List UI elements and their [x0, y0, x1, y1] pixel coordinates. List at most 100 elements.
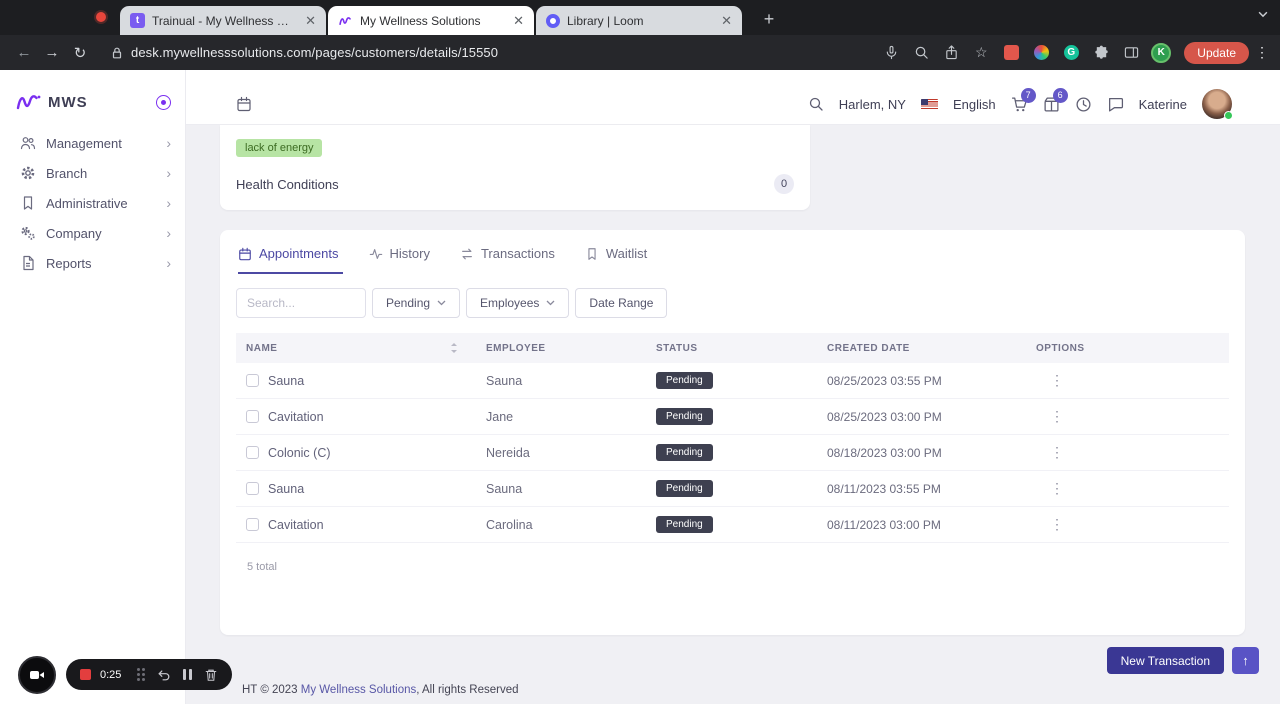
employees-filter-label: Employees — [480, 296, 540, 310]
search-input[interactable] — [236, 288, 366, 318]
created-date: 08/11/2023 03:55 PM — [827, 481, 941, 496]
update-button[interactable]: Update — [1184, 41, 1249, 64]
app-header: Harlem, NY English 7 6 Katerine — [186, 70, 1280, 125]
refresh-icon[interactable]: ↻ — [66, 39, 94, 67]
sidebar-item-branch[interactable]: Branch › — [0, 158, 185, 188]
sidebar-item-reports[interactable]: Reports › — [0, 248, 185, 278]
row-checkbox[interactable] — [246, 482, 259, 495]
row-checkbox[interactable] — [246, 518, 259, 531]
sort-icon[interactable] — [450, 342, 458, 354]
language-label[interactable]: English — [953, 97, 996, 112]
restart-recording-icon[interactable] — [157, 668, 171, 682]
close-icon[interactable]: ✕ — [511, 12, 526, 29]
browser-menu-icon[interactable]: ⋮ — [1254, 44, 1270, 61]
sidebar-item-administrative[interactable]: Administrative › — [0, 188, 185, 218]
tab-search-chevron-icon[interactable] — [1258, 11, 1268, 18]
tab-transactions[interactable]: Transactions — [460, 246, 559, 274]
appointment-name: Colonic (C) — [268, 445, 331, 460]
lock-icon[interactable] — [110, 46, 124, 60]
drag-handle-icon[interactable] — [137, 668, 146, 681]
clock-icon[interactable] — [1075, 96, 1092, 113]
row-checkbox[interactable] — [246, 374, 259, 387]
copyright-footer: HT © 2023 My Wellness Solutions, All rig… — [242, 684, 519, 696]
chevron-right-icon: › — [166, 255, 171, 271]
close-icon[interactable]: ✕ — [719, 12, 734, 29]
extension-color-icon[interactable] — [1029, 41, 1053, 65]
bookmark-star-icon[interactable]: ☆ — [969, 41, 993, 65]
appointments-card: Appointments History Transactions Waitli… — [220, 230, 1245, 635]
location-label[interactable]: Harlem, NY — [839, 97, 906, 112]
health-tag: lack of energy — [236, 139, 323, 157]
loom-camera-bubble[interactable] — [18, 656, 56, 694]
side-panel-icon[interactable] — [1119, 41, 1143, 65]
new-tab-button[interactable]: + — [756, 6, 782, 32]
employees-filter-dropdown[interactable]: Employees — [466, 288, 570, 318]
column-header-status: STATUS — [656, 342, 698, 354]
logo-text: MWS — [48, 93, 88, 111]
close-icon[interactable]: ✕ — [303, 12, 318, 29]
row-checkbox[interactable] — [246, 446, 259, 459]
tab-waitlist[interactable]: Waitlist — [585, 246, 651, 274]
browser-profile-avatar[interactable]: K — [1149, 41, 1173, 65]
tab-title: Trainual - My Wellness Solution — [152, 13, 296, 28]
row-options-icon[interactable]: ⋮ — [1036, 408, 1229, 425]
calendar-icon[interactable] — [236, 96, 252, 112]
footer-brand-link[interactable]: My Wellness Solutions — [301, 684, 416, 696]
column-header-options: OPTIONS — [1036, 342, 1085, 354]
sidebar-collapse-icon[interactable] — [156, 94, 171, 110]
tab-appointments[interactable]: Appointments — [238, 246, 343, 274]
status-badge: Pending — [656, 480, 713, 497]
packages-button[interactable]: 6 — [1043, 87, 1068, 113]
browser-tab-loom[interactable]: Library | Loom ✕ — [536, 6, 742, 35]
row-options-icon[interactable]: ⋮ — [1036, 480, 1229, 497]
share-icon[interactable] — [939, 41, 963, 65]
tab-label: Transactions — [480, 246, 555, 261]
user-avatar[interactable] — [1202, 89, 1233, 120]
new-transaction-button[interactable]: New Transaction — [1106, 647, 1224, 674]
date-range-button[interactable]: Date Range — [575, 288, 668, 318]
extensions-puzzle-icon[interactable] — [1089, 41, 1113, 65]
scroll-to-top-button[interactable]: ↑ — [1232, 647, 1259, 674]
column-header-employee: EMPLOYEE — [486, 342, 546, 354]
forward-icon[interactable]: → — [38, 39, 66, 67]
chat-icon[interactable] — [1107, 96, 1124, 113]
sidebar-item-label: Company — [46, 225, 102, 241]
extension-red-icon[interactable] — [999, 41, 1023, 65]
stop-recording-button[interactable] — [80, 669, 91, 680]
row-options-icon[interactable]: ⋮ — [1036, 372, 1229, 389]
status-filter-dropdown[interactable]: Pending — [372, 288, 461, 318]
tab-title: My Wellness Solutions — [360, 13, 481, 28]
column-header-name[interactable]: NAME — [246, 343, 277, 354]
sidebar-item-management[interactable]: Management › — [0, 128, 185, 158]
delete-recording-icon[interactable] — [204, 668, 218, 682]
created-date: 08/25/2023 03:00 PM — [827, 409, 942, 424]
section-title: Health Conditions — [236, 176, 339, 192]
chevron-right-icon: › — [166, 195, 171, 211]
mic-icon[interactable] — [879, 41, 903, 65]
row-checkbox[interactable] — [246, 410, 259, 423]
grammarly-icon[interactable]: G — [1059, 41, 1083, 65]
mws-favicon — [338, 13, 353, 28]
appointment-name: Sauna — [268, 373, 305, 388]
sidebar-item-company[interactable]: Company › — [0, 218, 185, 248]
filters-row: Pending Employees Date Range — [236, 288, 1229, 318]
trainual-favicon: t — [130, 13, 145, 28]
pause-recording-icon[interactable] — [183, 669, 193, 680]
health-conditions-row[interactable]: Health Conditions 0 — [236, 157, 794, 208]
row-options-icon[interactable]: ⋮ — [1036, 444, 1229, 461]
cart-button[interactable]: 7 — [1011, 87, 1036, 113]
search-icon[interactable] — [909, 41, 933, 65]
chevron-down-icon — [437, 300, 446, 306]
search-icon[interactable] — [808, 96, 824, 112]
employee-name: Nereida — [486, 445, 530, 460]
total-count-label: 5 total — [247, 561, 277, 573]
user-name-label[interactable]: Katerine — [1139, 97, 1187, 112]
browser-tab-mws[interactable]: My Wellness Solutions ✕ — [328, 6, 534, 35]
url-bar[interactable]: desk.mywellnesssolutions.com/pages/custo… — [131, 45, 498, 60]
tab-history[interactable]: History — [369, 246, 434, 274]
back-icon[interactable]: ← — [10, 39, 38, 67]
activity-icon — [369, 247, 383, 261]
created-date: 08/18/2023 03:00 PM — [827, 445, 942, 460]
browser-tab-trainual[interactable]: t Trainual - My Wellness Solution ✕ — [120, 6, 326, 35]
row-options-icon[interactable]: ⋮ — [1036, 516, 1229, 533]
